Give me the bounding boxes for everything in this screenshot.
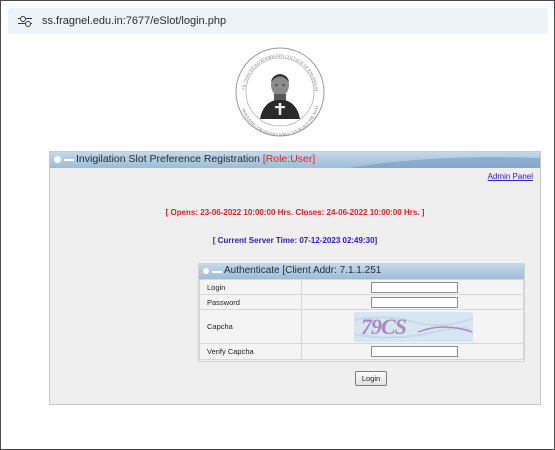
verify-captcha-input[interactable] [371, 346, 458, 357]
role-badge: [Role:User] [262, 153, 316, 165]
opens-closes-text: [ Opens: 23-06-2022 10:00:00 Hrs. Closes… [165, 208, 425, 217]
panel-bullet-icon [54, 156, 61, 163]
captcha-text: 79CS [361, 313, 407, 339]
browser-window: ss.fragnel.edu.in:7677/eSlot/login.php F… [0, 0, 555, 450]
tune-icon[interactable] [18, 15, 32, 27]
address-bar[interactable]: ss.fragnel.edu.in:7677/eSlot/login.php [8, 8, 548, 34]
authenticate-title-bar: Authenticate [Client Addr: 7.1.1.251 [199, 264, 524, 279]
auth-collapse-icon[interactable] [212, 270, 222, 273]
url-text[interactable]: ss.fragnel.edu.in:7677/eSlot/login.php [42, 15, 226, 27]
password-label: Password [199, 294, 302, 310]
college-seal-icon: FR. CONCEICAO RODRIGUES COLLEGE OF ENGIN… [231, 41, 327, 139]
table-row: Verify Capcha [199, 343, 524, 360]
table-row: Password [199, 294, 524, 310]
login-form: Login Password Capcha 79CS Verify Capcha [199, 279, 524, 360]
captcha-image: 79CS [354, 311, 473, 342]
panel-collapse-icon[interactable] [64, 159, 74, 161]
login-label: Login [199, 279, 302, 295]
password-input[interactable] [371, 296, 458, 308]
admin-panel-link[interactable]: Admin Panel [488, 172, 533, 181]
server-time-text: [ Current Server Time: 07-12-2023 02:49:… [212, 236, 378, 245]
login-input[interactable] [371, 281, 458, 293]
table-row: Capcha 79CS [199, 309, 524, 344]
login-button[interactable]: Login [355, 371, 387, 386]
registration-panel: Invigilation Slot Preference Registratio… [49, 151, 541, 405]
auth-bullet-icon [203, 268, 209, 274]
table-row: Login [199, 279, 524, 295]
captcha-label: Capcha [199, 309, 302, 344]
panel-title: Invigilation Slot Preference Registratio… [76, 153, 316, 165]
panel-title-bar: Invigilation Slot Preference Registratio… [50, 152, 540, 168]
authenticate-title: Authenticate [Client Addr: 7.1.1.251 [224, 265, 382, 276]
verify-captcha-label: Verify Capcha [199, 343, 302, 360]
authenticate-box: Authenticate [Client Addr: 7.1.1.251 Log… [198, 263, 525, 362]
